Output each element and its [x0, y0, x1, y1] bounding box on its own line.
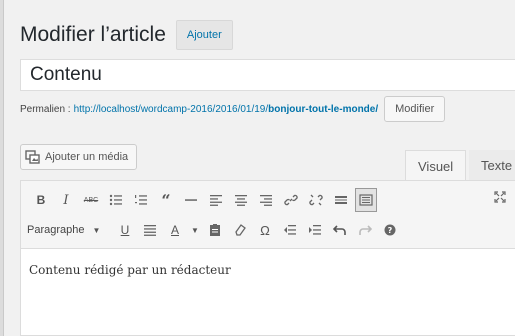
- permalink-row: Permalien : http://localhost/wordcamp-20…: [20, 96, 446, 122]
- post-title-input[interactable]: Contenu: [20, 59, 515, 91]
- bullet-list-icon[interactable]: [105, 188, 127, 212]
- editor-container: B I ABC “ Paragraphe ▼ U A ▼ Ω ? Contenu…: [20, 180, 515, 336]
- left-frame-edge: [0, 0, 4, 336]
- chevron-down-icon: ▼: [92, 225, 101, 235]
- clear-formatting-icon[interactable]: [229, 218, 251, 242]
- blockquote-icon[interactable]: “: [155, 188, 177, 212]
- permalink-base: http://localhost/wordcamp-2016/2016/01/1…: [73, 103, 269, 115]
- permalink-label: Permalien :: [20, 103, 71, 115]
- numbered-list-icon[interactable]: [130, 188, 152, 212]
- add-new-button[interactable]: Ajouter: [175, 20, 233, 50]
- align-left-icon[interactable]: [205, 188, 227, 212]
- permalink-edit-button[interactable]: Modifier: [384, 96, 446, 122]
- tab-visual[interactable]: Visuel: [405, 150, 467, 181]
- tab-text[interactable]: Texte: [469, 150, 515, 181]
- undo-icon[interactable]: [329, 218, 351, 242]
- horizontal-rule-icon[interactable]: [180, 188, 202, 212]
- indent-icon[interactable]: [304, 218, 326, 242]
- text-color-icon[interactable]: A: [164, 218, 186, 242]
- read-more-icon[interactable]: [330, 188, 352, 212]
- permalink-slug: bonjour-tout-le-monde/: [268, 103, 379, 115]
- help-icon[interactable]: ?: [379, 218, 401, 242]
- special-char-icon[interactable]: Ω: [254, 218, 276, 242]
- media-icon: [25, 150, 40, 164]
- format-select-value: Paragraphe: [27, 224, 85, 236]
- outdent-icon[interactable]: [279, 218, 301, 242]
- editor-content[interactable]: Contenu rédigé par un rédacteur: [21, 249, 515, 291]
- page-header: Modifier l’article Ajouter: [20, 20, 233, 50]
- text-color-chevron-icon[interactable]: ▼: [189, 218, 201, 242]
- remove-link-icon[interactable]: [305, 188, 327, 212]
- align-center-icon[interactable]: [230, 188, 252, 212]
- align-right-icon[interactable]: [255, 188, 277, 212]
- redo-icon[interactable]: [354, 218, 376, 242]
- content-paragraph: Contenu rédigé par un rédacteur: [29, 263, 231, 277]
- editor-toolbar: B I ABC “ Paragraphe ▼ U A ▼ Ω ?: [21, 181, 515, 249]
- page-title: Modifier l’article: [20, 23, 166, 46]
- italic-icon[interactable]: I: [55, 188, 77, 212]
- toolbar-row-2: Paragraphe ▼ U A ▼ Ω ?: [21, 215, 401, 245]
- toolbar-row-1: B I ABC “: [21, 185, 377, 215]
- strikethrough-icon[interactable]: ABC: [80, 188, 102, 212]
- add-media-button[interactable]: Ajouter un média: [20, 144, 138, 170]
- format-select[interactable]: Paragraphe ▼: [27, 224, 111, 236]
- underline-icon[interactable]: U: [114, 218, 136, 242]
- toolbar-toggle-icon[interactable]: [355, 188, 377, 212]
- fullscreen-icon[interactable]: [489, 185, 511, 209]
- justify-icon[interactable]: [139, 218, 161, 242]
- insert-link-icon[interactable]: [280, 188, 302, 212]
- add-media-label: Ajouter un média: [45, 151, 129, 163]
- permalink-link[interactable]: http://localhost/wordcamp-2016/2016/01/1…: [74, 104, 379, 115]
- svg-text:?: ?: [388, 226, 393, 235]
- bold-icon[interactable]: B: [30, 188, 52, 212]
- paste-text-icon[interactable]: [204, 218, 226, 242]
